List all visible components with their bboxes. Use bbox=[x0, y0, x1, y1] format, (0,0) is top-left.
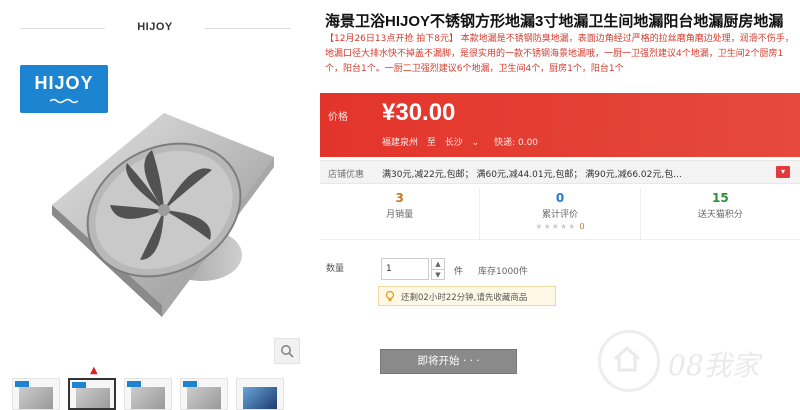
price-panel: 价格 ¥30.00 福建泉州 至 长沙 ⌄ 快递: 0.00 bbox=[320, 93, 800, 157]
zoom-button[interactable] bbox=[274, 338, 300, 364]
active-thumb-indicator-icon: ▲ bbox=[90, 365, 98, 376]
thumbnail[interactable] bbox=[236, 378, 284, 410]
product-description: 【12月26日13点开抢 拍下8元】 本款地漏是不锈钢防臭地漏，表面边角经过严格… bbox=[325, 34, 794, 74]
stat-number: 15 bbox=[711, 191, 729, 205]
promo-expand-button[interactable]: ▾ bbox=[776, 166, 790, 178]
ship-destination: 长沙 bbox=[444, 138, 463, 148]
house-icon bbox=[613, 345, 641, 372]
brand-header: HIJOY bbox=[20, 18, 290, 40]
countdown-text: 还剩02小时22分钟,请先收藏商品 bbox=[401, 293, 528, 303]
divider bbox=[205, 28, 290, 29]
shipping-info: 福建泉州 至 长沙 ⌄ 快递: 0.00 bbox=[382, 135, 544, 148]
thumbnail[interactable] bbox=[124, 378, 172, 410]
site-watermark: 08我家 bbox=[598, 330, 798, 400]
ship-origin: 福建泉州 bbox=[382, 138, 419, 148]
product-gallery: HIJOY HIJOY ▲ bbox=[0, 0, 308, 410]
price-value: ¥30.00 bbox=[382, 99, 456, 126]
sales-stats: 3 月销量 0 累计评价 ★★★★★ 0 15 送天猫积分 bbox=[320, 188, 800, 240]
coming-soon-button[interactable]: 即将开始 · · · bbox=[380, 349, 517, 374]
brand-name: HIJOY bbox=[137, 21, 173, 33]
quantity-input[interactable] bbox=[381, 258, 429, 280]
promo-text: 满30元,减22元,包邮； 满60元,减44.01元,包邮； 满90元,减66.… bbox=[382, 170, 682, 180]
shop-promotions: 店铺优惠 满30元,减22元,包邮； 满60元,减44.01元,包邮； 满90元… bbox=[320, 160, 800, 184]
quantity-unit: 件 bbox=[454, 267, 464, 277]
decrease-icon[interactable]: ▼ bbox=[432, 269, 444, 279]
rating-stars-icon: ★★★★★ bbox=[535, 222, 577, 231]
ship-to: 至 bbox=[426, 138, 436, 148]
stat-label: 累计评价 bbox=[541, 210, 578, 220]
promo-label: 店铺优惠 bbox=[328, 170, 365, 180]
main-product-image[interactable]: HIJOY bbox=[12, 55, 304, 362]
quantity-row: 数量 ▲ ▼ 件 库存1000件 bbox=[326, 258, 786, 286]
thumbnail-strip bbox=[12, 378, 308, 410]
increase-icon[interactable]: ▲ bbox=[432, 259, 444, 269]
stat-label: 月销量 bbox=[386, 210, 414, 220]
watermark-text: 08我家 bbox=[668, 349, 760, 382]
stat-label: 送天猫积分 bbox=[697, 210, 743, 220]
countdown-notice: 还剩02小时22分钟,请先收藏商品 bbox=[378, 286, 556, 306]
floor-drain-illustration bbox=[52, 113, 274, 317]
quantity-stepper: ▲ ▼ bbox=[431, 258, 445, 280]
thumbnail-active[interactable] bbox=[68, 378, 116, 410]
magnifier-icon bbox=[281, 345, 294, 358]
stat-number: 0 bbox=[555, 191, 565, 205]
price-label: 价格 bbox=[328, 112, 348, 123]
rating-count: 0 bbox=[579, 222, 585, 231]
shipping-fee: 快递: 0.00 bbox=[494, 138, 539, 148]
stat-monthly-sales: 3 月销量 bbox=[320, 188, 481, 239]
stock-info: 库存1000件 bbox=[478, 267, 528, 277]
lightbulb-icon bbox=[385, 290, 395, 301]
stat-number: 3 bbox=[395, 191, 404, 205]
stat-points: 15 送天猫积分 bbox=[641, 188, 800, 239]
ship-destination-select[interactable]: 长沙 ⌄ bbox=[445, 138, 485, 148]
thumbnail[interactable] bbox=[12, 378, 60, 410]
thumbnail[interactable] bbox=[180, 378, 228, 410]
quantity-label: 数量 bbox=[326, 264, 345, 274]
product-title: 海景卫浴HIJOY不锈钢方形地漏3寸地漏卫生间地漏阳台地漏厨房地漏 bbox=[325, 13, 784, 30]
stat-reviews[interactable]: 0 累计评价 ★★★★★ 0 bbox=[480, 188, 641, 239]
chevron-down-icon: ⌄ bbox=[471, 138, 480, 148]
